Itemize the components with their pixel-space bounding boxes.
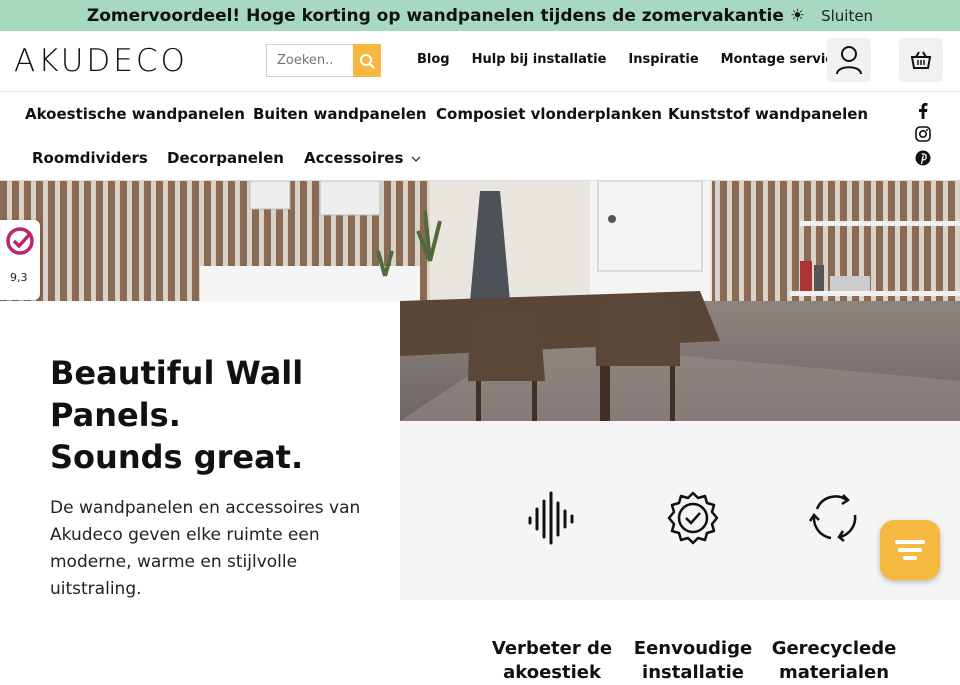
feature-label-akoestiek: Verbeter de akoestiek xyxy=(491,638,613,683)
instagram-icon xyxy=(915,126,931,142)
site-header: AKUDECO Blog Hulp bij installatie Inspir… xyxy=(0,31,960,92)
hero-title: Beautiful Wall Panels. Sounds great. xyxy=(50,352,303,478)
review-logo-icon xyxy=(6,227,34,255)
logo[interactable]: AKUDECO xyxy=(14,43,188,79)
search-form xyxy=(266,44,381,77)
soundwave-icon xyxy=(528,491,574,545)
category-buiten-wandpanelen[interactable]: Buiten wandpanelen xyxy=(253,105,427,123)
nav-blog[interactable]: Blog xyxy=(417,52,450,67)
rating-score: 9,3 xyxy=(10,271,28,284)
search-icon xyxy=(360,53,375,69)
search-input[interactable] xyxy=(266,44,353,77)
cart-button[interactable] xyxy=(899,38,943,82)
category-accessoires[interactable]: Accessoires xyxy=(304,149,421,167)
category-akoestische-wandpanelen[interactable]: Akoestische wandpanelen xyxy=(25,105,245,123)
chat-icon xyxy=(895,540,925,560)
user-icon xyxy=(836,46,862,75)
feature-label-installatie: Eenvoudige installatie xyxy=(633,638,753,683)
nav-inspiratie[interactable]: Inspiratie xyxy=(628,52,698,67)
basket-icon xyxy=(910,51,932,69)
category-roomdividers[interactable]: Roomdividers xyxy=(32,149,148,167)
chat-button[interactable] xyxy=(880,520,940,580)
category-navigation: Akoestische wandpanelen Buiten wandpanel… xyxy=(0,92,960,181)
category-decorpanelen[interactable]: Decorpanelen xyxy=(167,149,284,167)
category-composiet-vlonderplanken[interactable]: Composiet vlonderplanken xyxy=(436,105,662,123)
promo-bar: Zomervoordeel! Hoge korting op wandpanel… xyxy=(0,0,960,31)
rating-badge[interactable]: 9,3 xyxy=(0,220,40,300)
pinterest-icon xyxy=(915,150,931,166)
check-gear-icon xyxy=(667,491,719,545)
recycle-icon xyxy=(808,494,857,542)
top-navigation: Blog Hulp bij installatie Inspiratie Mon… xyxy=(417,52,842,67)
hero-title-line-1: Beautiful Wall xyxy=(50,354,304,392)
facebook-icon xyxy=(919,103,928,119)
nav-montage-service[interactable]: Montage service xyxy=(721,52,842,67)
hero-title-line-3: Sounds great. xyxy=(50,438,304,476)
feature-label-materialen: Gerecyclede materialen xyxy=(771,638,897,683)
features-section: Verbeter de akoestiek Eenvoudige install… xyxy=(400,421,960,683)
facebook-link[interactable] xyxy=(914,102,932,120)
search-button[interactable] xyxy=(353,44,381,77)
instagram-link[interactable] xyxy=(914,125,932,143)
account-button[interactable] xyxy=(827,38,871,82)
hero-description: De wandpanelen en accessoires van Akudec… xyxy=(50,498,361,599)
category-accessoires-label: Accessoires xyxy=(304,149,404,167)
promo-message: Zomervoordeel! Hoge korting op wandpanel… xyxy=(86,5,806,26)
pinterest-link[interactable] xyxy=(914,149,932,167)
category-kunststof-wandpanelen[interactable]: Kunststof wandpanelen xyxy=(668,105,868,123)
promo-close-button[interactable]: Sluiten xyxy=(821,7,873,25)
chevron-down-icon xyxy=(411,156,421,162)
hero-title-line-2: Panels. xyxy=(50,396,181,434)
nav-hulp-bij-installatie[interactable]: Hulp bij installatie xyxy=(472,52,607,67)
